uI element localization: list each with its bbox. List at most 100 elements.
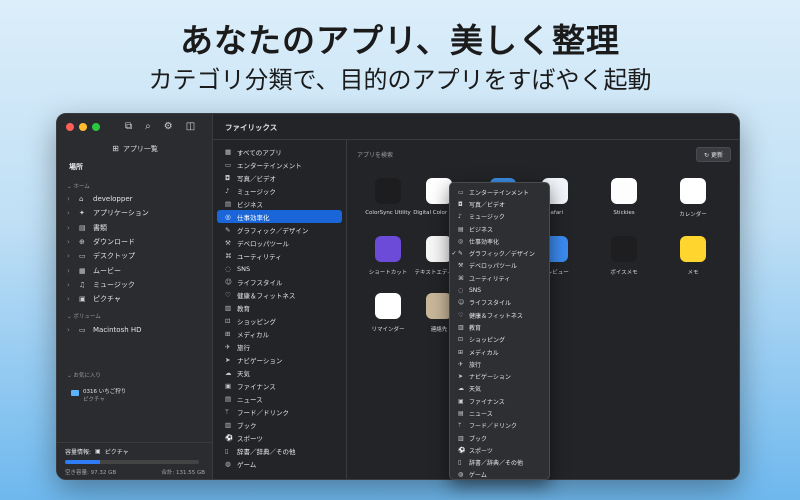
all-apps-button[interactable]: ⊞ アプリ一覧 <box>57 144 213 154</box>
home-group-heading[interactable]: ⌄ ホーム <box>67 182 90 190</box>
menu-item[interactable]: ▥ 教育 <box>450 321 549 333</box>
category-item[interactable]: ☁ 天気 <box>217 366 342 379</box>
menu-item[interactable]: ☺ ライフスタイル <box>450 297 549 309</box>
menu-item-icon: ☺ <box>458 299 465 307</box>
sidebar-item[interactable]: › ▦ ムービー <box>67 265 121 277</box>
menu-item[interactable]: ⚽ スポーツ <box>450 444 549 456</box>
menu-item[interactable]: ▤ ビジネス <box>450 223 549 235</box>
category-item[interactable]: ▯ 辞書／辞典／その他 <box>217 444 342 457</box>
menu-item[interactable]: ◌ SNS <box>450 284 549 296</box>
sidebar-toggle-icon[interactable]: ◫ <box>186 121 195 132</box>
sidebar-item[interactable]: › ▭ デスクトップ <box>67 250 135 262</box>
sidebar-item-label: ミュージック <box>93 280 135 289</box>
app-tile[interactable]: ボイスメモ <box>595 236 653 276</box>
category-item[interactable]: ⚽ スポーツ <box>217 431 342 444</box>
category-item[interactable]: ◍ ゲーム <box>217 457 342 470</box>
menu-item-label: ビジネス <box>469 226 494 234</box>
app-name: Stickies <box>613 210 635 216</box>
app-name: リマインダー <box>371 327 405 333</box>
menu-item[interactable]: ♡ 健康＆フィットネス <box>450 309 549 321</box>
category-item[interactable]: ✈ 旅行 <box>217 340 342 353</box>
search-icon[interactable]: ⌕ <box>145 121 151 132</box>
menu-item-icon: ♪ <box>458 213 462 221</box>
menu-item[interactable]: ♪ ミュージック <box>450 211 549 223</box>
menu-item[interactable]: ◎ 仕事効率化 <box>450 235 549 247</box>
menu-item-icon: ◘ <box>458 200 463 208</box>
category-item[interactable]: ᛘ フード／ドリンク <box>217 405 342 418</box>
menu-item-icon: ◍ <box>458 471 464 479</box>
menu-item[interactable]: ⚒ デベロッパツール <box>450 260 549 272</box>
chevron-right-icon: › <box>67 195 70 203</box>
close-window-button[interactable] <box>66 123 74 131</box>
category-label: 教育 <box>237 304 250 313</box>
menu-item[interactable]: ▭ エンターテインメント <box>450 186 549 198</box>
app-tile[interactable]: Stickies <box>595 178 653 216</box>
gear-icon[interactable]: ⚙ <box>164 121 173 132</box>
favorites-group-heading[interactable]: ⌄ お気に入り <box>67 371 101 379</box>
apps-icon: ✦ <box>79 209 85 218</box>
category-icon: ☁ <box>225 368 232 377</box>
category-item[interactable]: ⊡ ショッピング <box>217 314 342 327</box>
category-item[interactable]: ♪ ミュージック <box>217 184 342 197</box>
menu-item[interactable]: ▤ ニュース <box>450 407 549 419</box>
category-item[interactable]: ▭ エンターテインメント <box>217 158 342 171</box>
menu-item-icon: ☁ <box>458 385 464 393</box>
category-item[interactable]: ▥ ブック <box>217 418 342 431</box>
refresh-button[interactable]: ↻ 更新 <box>696 147 731 162</box>
sidebar-item[interactable]: › ♫ ミュージック <box>67 279 135 291</box>
menu-item[interactable]: ☁ 天気 <box>450 383 549 395</box>
minimize-window-button[interactable] <box>79 123 87 131</box>
menu-item[interactable]: ▥ ブック <box>450 432 549 444</box>
category-item[interactable]: ☺ ライフスタイル <box>217 275 342 288</box>
sidebar-item-label: デスクトップ <box>93 252 135 261</box>
menu-item[interactable]: ⊡ ショッピング <box>450 334 549 346</box>
menu-item[interactable]: ✓ ✎ グラフィック／デザイン <box>450 247 549 259</box>
menu-item[interactable]: ◍ ゲーム <box>450 469 549 481</box>
category-item[interactable]: ♡ 健康＆フィットネス <box>217 288 342 301</box>
cast-icon[interactable]: ⧉ <box>125 121 132 132</box>
category-label: 健康＆フィットネス <box>237 291 296 300</box>
sidebar-item[interactable]: › ⊕ ダウンロード <box>67 236 135 248</box>
menu-item[interactable]: ◘ 写真／ビデオ <box>450 198 549 210</box>
category-item[interactable]: ⌘ ユーティリティ <box>217 249 342 262</box>
sidebar-item[interactable]: › ▣ ピクチャ <box>67 293 121 305</box>
category-item[interactable]: ▤ ビジネス <box>217 197 342 210</box>
menu-item[interactable]: ⌘ ユーティリティ <box>450 272 549 284</box>
zoom-window-button[interactable] <box>92 123 100 131</box>
category-item[interactable]: ▣ ファイナンス <box>217 379 342 392</box>
menu-item-icon: ◌ <box>458 287 464 295</box>
sidebar-item[interactable]: › ▤ 書類 <box>67 222 107 234</box>
category-item[interactable]: ◎ 仕事効率化 <box>217 210 342 223</box>
category-item[interactable]: ⊞ メディカル <box>217 327 342 340</box>
sidebar-item[interactable]: › ✦ アプリケーション <box>67 207 149 219</box>
category-item[interactable]: ✎ グラフィック／デザイン <box>217 223 342 236</box>
window-controls <box>66 123 100 131</box>
menu-item[interactable]: ➤ ナビゲーション <box>450 370 549 382</box>
category-item[interactable]: ➤ ナビゲーション <box>217 353 342 366</box>
favorite-name: 0316 いちご狩り <box>83 389 127 395</box>
category-label: スポーツ <box>237 434 263 443</box>
sidebar-item[interactable]: › ⌂ developper <box>67 193 133 205</box>
category-label: デベロッパツール <box>237 239 289 248</box>
category-item[interactable]: ▥ 教育 <box>217 301 342 314</box>
category-item[interactable]: ▤ ニュース <box>217 392 342 405</box>
app-tile[interactable]: ショートカット <box>359 236 417 276</box>
menu-item[interactable]: ᛘ フード／ドリンク <box>450 420 549 432</box>
menu-item[interactable]: ▣ ファイナンス <box>450 395 549 407</box>
storage-bar <box>65 460 199 464</box>
app-search-input[interactable]: アプリを検索 <box>357 150 393 159</box>
category-item[interactable]: ◘ 写真／ビデオ <box>217 171 342 184</box>
sidebar-item-volume[interactable]: › ▭ Macintosh HD <box>67 324 142 336</box>
category-item[interactable]: ⚒ デベロッパツール <box>217 236 342 249</box>
app-tile[interactable]: ColorSync Utility <box>359 178 417 216</box>
app-tile[interactable]: メモ <box>664 236 722 276</box>
menu-item[interactable]: ▯ 辞書／辞典／その他 <box>450 457 549 469</box>
menu-item-label: ゲーム <box>469 472 487 480</box>
app-tile[interactable]: カレンダー <box>664 178 722 218</box>
app-tile[interactable]: リマインダー <box>359 293 417 333</box>
menu-item[interactable]: ⊞ メディカル <box>450 346 549 358</box>
category-item[interactable]: ▦ すべてのアプリ <box>217 145 342 158</box>
category-item[interactable]: ◌ SNS <box>217 262 342 275</box>
volume-group-heading[interactable]: ⌄ ボリューム <box>67 312 101 320</box>
menu-item[interactable]: ✈ 旅行 <box>450 358 549 370</box>
